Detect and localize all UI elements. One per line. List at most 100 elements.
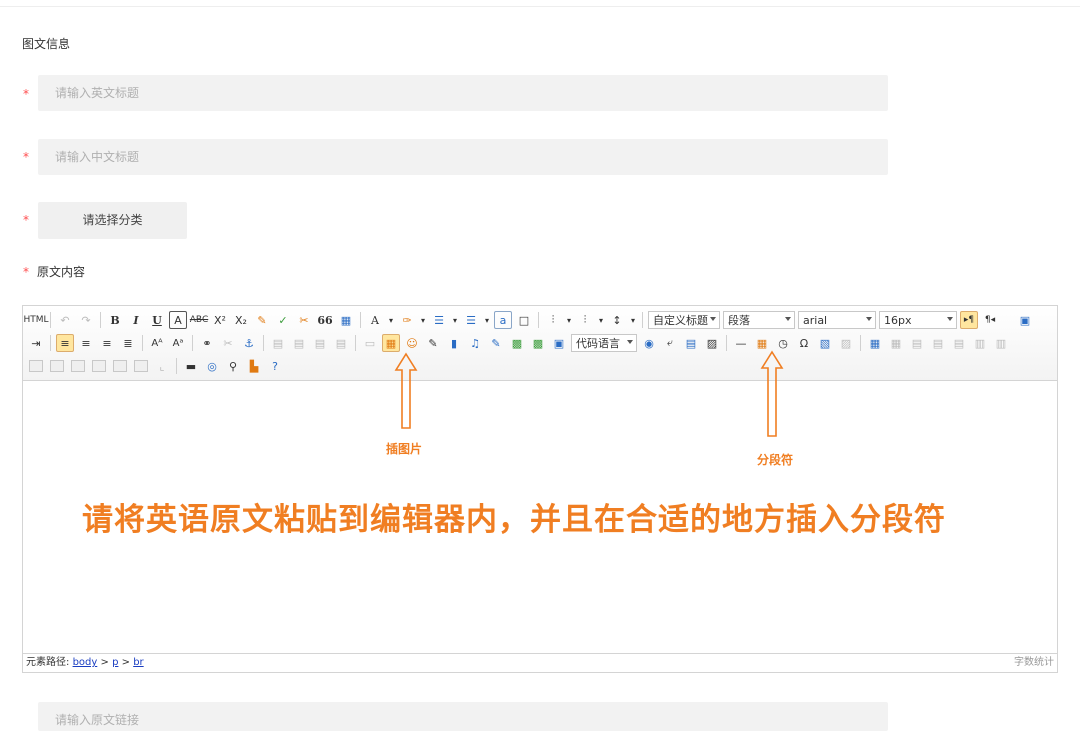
dropdown-arrow-icon[interactable]: ▾ [483,311,491,329]
english-title-input[interactable]: 请输入英文标题 [38,75,888,111]
bold-button[interactable]: B [106,311,124,329]
snapscreen-icon[interactable]: ▧ [816,334,834,352]
gmap-icon[interactable]: ▩ [529,334,547,352]
insert-image-icon[interactable]: ▦ [382,334,400,352]
row-spacing-bottom-icon[interactable]: ⫶ [576,311,594,329]
align-right-icon[interactable]: ≡ [98,334,116,352]
map-icon[interactable]: ▩ [508,334,526,352]
chart-icon[interactable]: ⌞ [153,357,171,375]
split-rows-icon[interactable] [111,357,129,375]
undo-icon[interactable]: ↶ [56,311,74,329]
music-icon[interactable]: ♫ [466,334,484,352]
image-none-icon[interactable]: ▤ [269,334,287,352]
merge-down-icon[interactable] [69,357,87,375]
image-center-icon[interactable]: ▤ [332,334,350,352]
background-icon[interactable]: ▨ [703,334,721,352]
code-language-select[interactable]: 代码语言 [571,334,637,352]
dropdown-arrow-icon[interactable]: ▾ [565,311,573,329]
emotion-icon[interactable]: ☺ [403,334,421,352]
toolbar-separator [100,312,101,328]
superscript-button[interactable]: X² [211,311,229,329]
fullscreen-icon[interactable]: ▣ [1016,311,1034,329]
path-br-link[interactable]: br [133,657,143,668]
path-p-link[interactable]: p [112,657,118,668]
image-right-icon[interactable]: ▤ [311,334,329,352]
section-title: 图文信息 [22,37,71,51]
toolbar-row-3: ⌞ ▬ ◎ ⚲ ▙ ? [27,356,287,376]
draft-icon[interactable]: ▙ [245,357,263,375]
dropdown-arrow-icon[interactable]: ▾ [419,311,427,329]
unordered-list-icon[interactable]: ☰ [462,311,480,329]
italic-button[interactable]: I [127,311,145,329]
blockquote-icon[interactable]: 66 [316,311,334,329]
insert-code-icon[interactable]: ◉ [640,334,658,352]
auto-typeset-icon[interactable]: ✂ [295,311,313,329]
merge-right-icon[interactable] [48,357,66,375]
print-icon[interactable]: ▬ [182,357,200,375]
word-image-icon[interactable]: ▨ [837,334,855,352]
subscript-button[interactable]: X₂ [232,311,250,329]
insert-paragraph-before-table-icon[interactable]: ▤ [908,334,926,352]
insert-video-icon[interactable]: ▮ [445,334,463,352]
attachment-icon[interactable]: ✎ [487,334,505,352]
font-family-select[interactable]: arial [798,311,876,329]
anchor-icon[interactable]: ⚓ [240,334,258,352]
simple-upload-icon[interactable]: ▭ [361,334,379,352]
font-size-select[interactable]: 16px [879,311,957,329]
insert-row-icon[interactable]: ▤ [929,334,947,352]
image-left-icon[interactable]: ▤ [290,334,308,352]
rtl-direction-icon[interactable]: ¶◂ [981,311,999,329]
align-left-icon[interactable]: ≡ [56,334,74,352]
delete-row-icon[interactable]: ▤ [950,334,968,352]
redo-icon[interactable]: ↷ [77,311,95,329]
dropdown-arrow-icon[interactable]: ▾ [629,311,637,329]
custom-heading-select[interactable]: 自定义标题 [648,311,720,329]
dropdown-arrow-icon[interactable]: ▾ [387,311,395,329]
paragraph-select[interactable]: 段落 [723,311,795,329]
merge-cells-icon[interactable] [27,357,45,375]
special-chars-icon[interactable]: Ω [795,334,813,352]
align-center-icon[interactable]: ≡ [77,334,95,352]
source-link-input[interactable]: 请输入原文链接 [38,702,888,731]
ltr-direction-icon[interactable]: ▸¶ [960,311,978,329]
page-break-icon[interactable]: ⤶ [661,334,679,352]
insert-frame-icon[interactable]: ▣ [550,334,568,352]
insert-col-icon[interactable]: ▥ [971,334,989,352]
uppercase-icon[interactable]: Aᴬ [148,334,166,352]
horizontal-rule-icon[interactable]: — [732,334,750,352]
select-all-icon[interactable]: a [494,311,512,329]
html-source-button[interactable]: HTML [23,311,48,329]
strikethrough-button[interactable]: ABC [190,311,208,329]
preview-icon[interactable]: ◎ [203,357,221,375]
paste-plain-icon[interactable]: ▦ [337,311,355,329]
select-category-button[interactable]: 请选择分类 [38,202,187,239]
line-height-icon[interactable]: ↕ [608,311,626,329]
split-cells-icon[interactable] [90,357,108,375]
dropdown-arrow-icon[interactable]: ▾ [451,311,459,329]
split-cols-icon[interactable] [132,357,150,375]
font-border-button[interactable]: A [169,311,187,329]
underline-button[interactable]: U [148,311,166,329]
format-match-icon[interactable]: ✓ [274,311,292,329]
link-icon[interactable]: ⚭ [198,334,216,352]
insert-table-icon[interactable]: ▦ [866,334,884,352]
ordered-list-icon[interactable]: ☰ [430,311,448,329]
font-color-button[interactable]: A [366,311,384,329]
clear-doc-icon[interactable]: □ [515,311,533,329]
unlink-icon[interactable]: ✂ [219,334,237,352]
scrawl-icon[interactable]: ✎ [424,334,442,352]
search-replace-icon[interactable]: ⚲ [224,357,242,375]
highlight-color-icon[interactable]: ✑ [398,311,416,329]
delete-table-icon[interactable]: ▦ [887,334,905,352]
indent-icon[interactable]: ⇥ [27,334,45,352]
delete-col-icon[interactable]: ▥ [992,334,1010,352]
help-icon[interactable]: ? [266,357,284,375]
lowercase-icon[interactable]: Aᵃ [169,334,187,352]
format-clear-icon[interactable]: ✎ [253,311,271,329]
path-body-link[interactable]: body [73,657,98,668]
row-spacing-top-icon[interactable]: ⫶ [544,311,562,329]
chinese-title-input[interactable]: 请输入中文标题 [38,139,888,175]
template-icon[interactable]: ▤ [682,334,700,352]
align-justify-icon[interactable]: ≣ [119,334,137,352]
dropdown-arrow-icon[interactable]: ▾ [597,311,605,329]
